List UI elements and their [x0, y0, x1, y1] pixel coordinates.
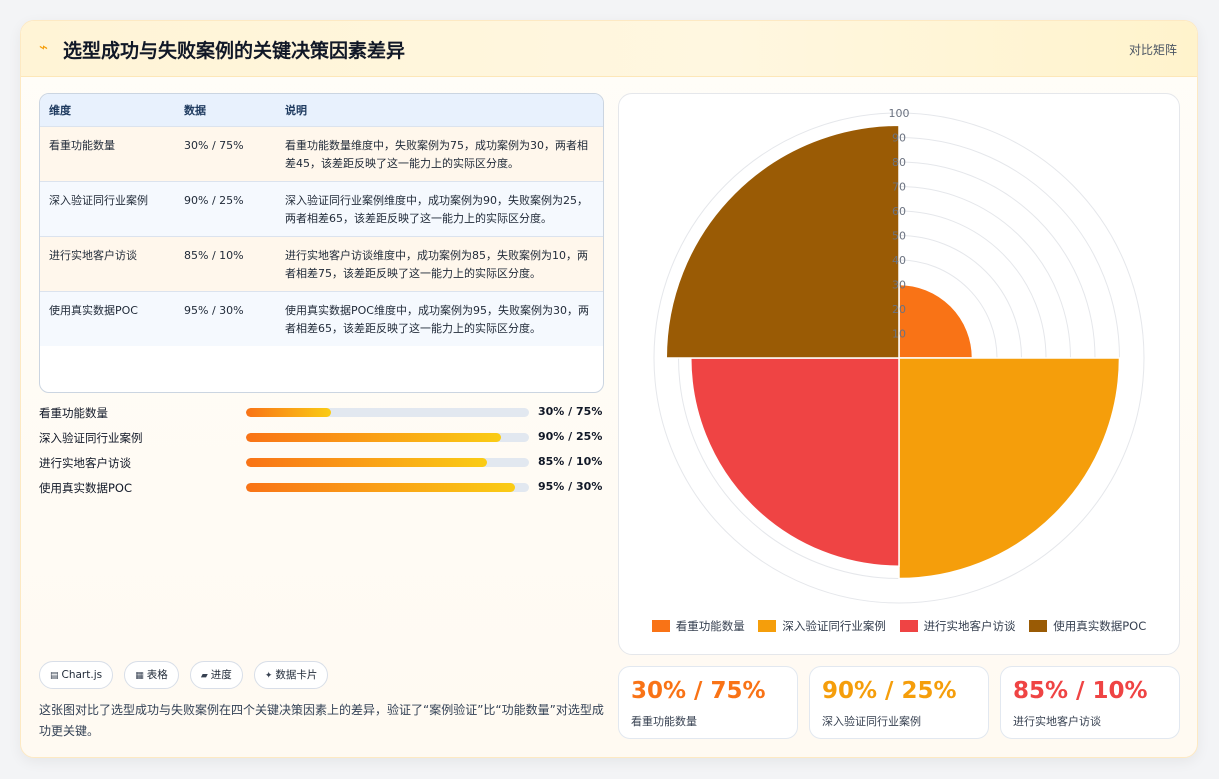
legend-label: 使用真实数据POC [1053, 619, 1147, 633]
progress-label: 进行实地客户访谈 [39, 456, 131, 470]
cell-note: 看重功能数量维度中，失败案例为75，成功案例为30，两者相差45，该差距反映了这… [276, 125, 603, 181]
main-card: ⌁ 选型成功与失败案例的关键决策因素差异 对比矩阵 维度 数据 说明 看重功能数… [20, 20, 1198, 758]
tick-label: 70 [892, 181, 906, 194]
chart-legend: 看重功能数量 深入验证同行业案例 进行实地客户访谈 使用真实数据POC [619, 618, 1179, 634]
cell-note: 进行实地客户访谈维度中，成功案例为85，失败案例为10，两者相差75，该差距反映… [276, 235, 603, 291]
cell-data: 85% / 10% [175, 235, 276, 291]
header-tag: 对比矩阵 [1128, 43, 1177, 57]
tick-label: 100 [889, 107, 910, 120]
tick-label: 10 [892, 328, 906, 341]
progress-row: 深入验证同行业案例 90% / 25% [39, 428, 604, 453]
tick-label: 80 [892, 156, 906, 169]
stat-card: 90% / 25% 深入验证同行业案例 [809, 666, 989, 739]
stat-card: 30% / 75% 看重功能数量 [618, 666, 798, 739]
chip-progress[interactable]: ▰ 进度 [189, 661, 243, 689]
tick-label: 20 [892, 303, 906, 316]
chip-table[interactable]: ▦ 表格 [124, 661, 179, 689]
summary-text: 这张图对比了选型成功与失败案例在四个关键决策因素上的差异，验证了“案例验证”比“… [39, 703, 604, 738]
chip-data-card[interactable]: ✦ 数据卡片 [253, 661, 329, 689]
header: ⌁ 选型成功与失败案例的关键决策因素差异 对比矩阵 [21, 21, 1197, 77]
progress-fill [246, 458, 487, 467]
stat-value: 30% / 75% [631, 678, 766, 704]
legend-label: 深入验证同行业案例 [782, 619, 886, 633]
tech-chips: ▤ Chart.js ▦ 表格 ▰ 进度 ✦ 数据卡片 [39, 661, 334, 689]
progress-track [246, 408, 529, 417]
chip-label: 进度 [210, 669, 232, 681]
stat-label: 深入验证同行业案例 [822, 715, 921, 728]
table-icon: ▦ [135, 671, 144, 681]
progress-value: 90% / 25% [538, 430, 603, 443]
progress-list: 看重功能数量 30% / 75% 深入验证同行业案例 90% / 25% 进行实… [39, 403, 604, 503]
cell-note: 深入验证同行业案例维度中，成功案例为90，失败案例为25，两者相差65，该差距反… [276, 180, 603, 236]
table-row: 进行实地客户访谈 85% / 10% 进行实地客户访谈维度中，成功案例为85，失… [40, 235, 603, 291]
stat-label: 看重功能数量 [631, 715, 697, 728]
column-header: 数据 [184, 103, 206, 117]
stat-value: 85% / 10% [1013, 678, 1148, 704]
table-header-row: 维度 数据 说明 [40, 94, 603, 126]
progress-row: 使用真实数据POC 95% / 30% [39, 478, 604, 503]
cell-dimension: 使用真实数据POC [40, 290, 175, 346]
progress-track [246, 483, 529, 492]
page-title: 选型成功与失败案例的关键决策因素差异 [63, 40, 406, 62]
progress-value: 95% / 30% [538, 480, 603, 493]
sparkle-icon: ✦ [264, 671, 273, 681]
tick-label: 30 [892, 279, 906, 292]
column-header: 说明 [285, 103, 307, 117]
legend-item[interactable]: 进行实地客户访谈 [899, 618, 1016, 634]
progress-fill [246, 433, 501, 442]
progress-track [246, 458, 529, 467]
chip-label: Chart.js [61, 669, 103, 681]
progress-label: 看重功能数量 [39, 406, 108, 420]
progress-fill [246, 408, 331, 417]
tick-label: 50 [892, 230, 906, 243]
chip-label: 表格 [146, 669, 168, 681]
progress-value: 85% / 10% [538, 455, 603, 468]
polar-wedge [689, 357, 900, 568]
table-row: 看重功能数量 30% / 75% 看重功能数量维度中，失败案例为75，成功案例为… [40, 125, 603, 181]
lightning-icon: ⌁ [39, 38, 49, 56]
progress-track [246, 433, 529, 442]
stat-card: 85% / 10% 进行实地客户访谈 [1000, 666, 1180, 739]
legend-swatch [758, 620, 777, 632]
table-row: 使用真实数据POC 95% / 30% 使用真实数据POC维度中，成功案例为95… [40, 290, 603, 346]
cell-note: 使用真实数据POC维度中，成功案例为95，失败案例为30，两者相差65，该差距反… [276, 290, 603, 346]
polar-wedge [898, 357, 1121, 580]
legend-item[interactable]: 使用真实数据POC [1029, 618, 1146, 634]
polar-area-chart: 10 20 30 40 50 60 70 80 90 100 [653, 107, 1145, 604]
progress-value: 30% / 75% [538, 405, 603, 418]
tick-label: 40 [892, 254, 906, 267]
polar-chart-panel: 10 20 30 40 50 60 70 80 90 100 看重功能数量 深入验证同行业案例 进… [618, 93, 1180, 655]
chip-label: 数据卡片 [275, 669, 318, 681]
legend-item[interactable]: 看重功能数量 [651, 618, 745, 634]
legend-label: 进行实地客户访谈 [923, 619, 1016, 633]
tick-label: 90 [892, 132, 906, 145]
polar-wedge [665, 124, 900, 359]
chip-chartjs[interactable]: ▤ Chart.js [39, 661, 114, 689]
cell-dimension: 看重功能数量 [40, 125, 175, 181]
progress-row: 进行实地客户访谈 85% / 10% [39, 453, 604, 478]
stat-value: 90% / 25% [822, 678, 957, 704]
cell-dimension: 深入验证同行业案例 [40, 180, 175, 236]
progress-label: 深入验证同行业案例 [39, 431, 143, 445]
progress-label: 使用真实数据POC [39, 481, 133, 495]
legend-item[interactable]: 深入验证同行业案例 [758, 618, 886, 634]
column-header: 维度 [49, 103, 71, 117]
data-table: 维度 数据 说明 看重功能数量 30% / 75% 看重功能数量维度中，失败案例… [39, 93, 604, 393]
legend-swatch [899, 620, 918, 632]
table-row: 深入验证同行业案例 90% / 25% 深入验证同行业案例维度中，成功案例为90… [40, 180, 603, 236]
progress-row: 看重功能数量 30% / 75% [39, 403, 604, 428]
legend-swatch [651, 620, 670, 632]
cell-data: 90% / 25% [175, 180, 276, 236]
cell-data: 95% / 30% [175, 290, 276, 346]
tick-label: 60 [892, 205, 906, 218]
stat-label: 进行实地客户访谈 [1013, 715, 1101, 728]
legend-label: 看重功能数量 [675, 619, 745, 633]
progress-icon: ▰ [200, 671, 208, 681]
cell-dimension: 进行实地客户访谈 [40, 235, 175, 291]
polar-wedge [898, 283, 974, 359]
progress-fill [246, 483, 515, 492]
legend-swatch [1029, 620, 1048, 632]
cell-data: 30% / 75% [175, 125, 276, 181]
chart-icon: ▤ [50, 671, 59, 681]
